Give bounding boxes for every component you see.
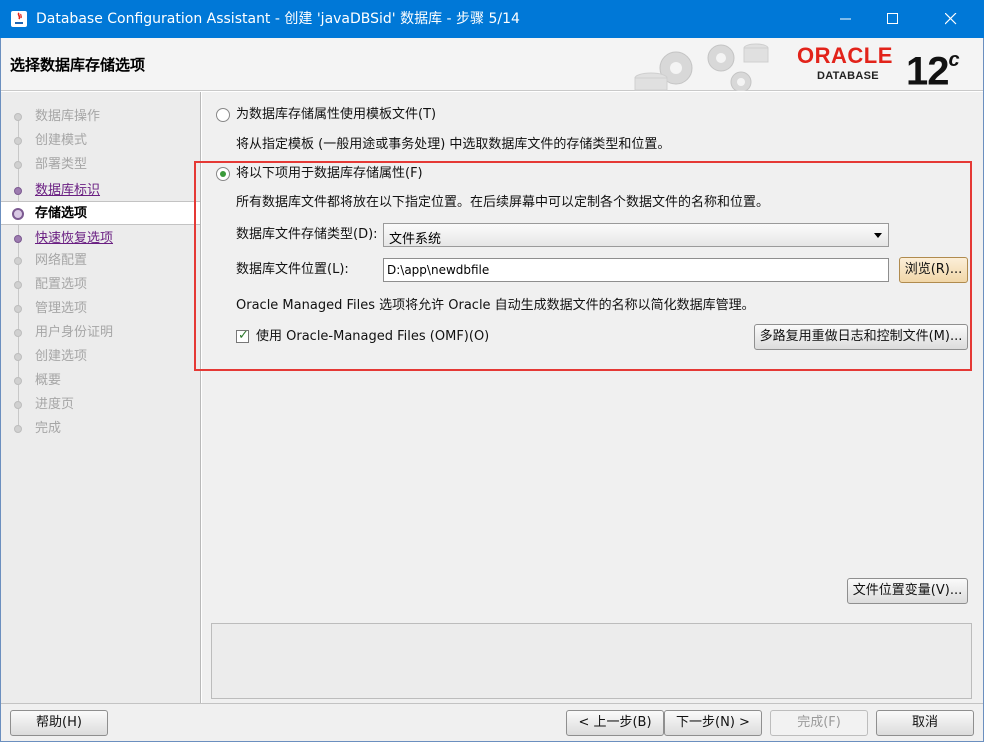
use-custom-storage-label[interactable]: 将以下项用于数据库存储属性(F)	[236, 166, 423, 182]
step-dot-icon	[14, 401, 22, 409]
browse-button[interactable]: 浏览(R)...	[899, 257, 968, 283]
nav-step-progress: 进度页	[1, 393, 200, 417]
nav-step-label: 管理选项	[35, 301, 88, 316]
step-dot-icon	[14, 187, 22, 195]
nav-step-management-options: 管理选项	[1, 297, 200, 321]
custom-storage-description: 所有数据库文件都将放在以下指定位置。在后续屏幕中可以定制各个数据文件的名称和位置…	[236, 195, 770, 210]
nav-step-label: 存储选项	[35, 206, 88, 221]
use-template-label[interactable]: 为数据库存储属性使用模板文件(T)	[236, 107, 436, 123]
minimize-button[interactable]	[823, 0, 869, 38]
omf-description: Oracle Managed Files 选项将允许 Oracle 自动生成数据…	[236, 298, 755, 313]
use-template-radio[interactable]	[216, 108, 230, 122]
nav-step-label: 网络配置	[35, 253, 88, 268]
file-location-variables-button[interactable]: 文件位置变量(V)...	[847, 578, 968, 604]
nav-step-storage-option[interactable]: 存储选项	[1, 201, 200, 225]
nav-step-label: 概要	[35, 373, 62, 388]
finish-button: 完成(F)	[770, 710, 868, 736]
version-suffix: c	[948, 49, 960, 71]
nav-step-label: 部署类型	[35, 157, 88, 172]
oracle-database-subtitle: DATABASE	[817, 70, 879, 82]
storage-type-label: 数据库文件存储类型(D):	[236, 227, 378, 242]
current-step-dot-icon	[12, 208, 24, 220]
close-icon	[945, 13, 957, 25]
nav-step-label: 数据库操作	[35, 109, 101, 124]
gears-database-graphic-icon	[634, 43, 769, 91]
nav-step-summary: 概要	[1, 369, 200, 393]
nav-step-label: 配置选项	[35, 277, 88, 292]
maximize-icon	[887, 13, 898, 24]
nav-step-database-identification[interactable]: 数据库标识	[1, 179, 200, 203]
nav-step-label: 进度页	[35, 397, 75, 412]
window-title: Database Configuration Assistant - 创建 'j…	[36, 11, 520, 27]
oracle-database-logo: ORACLE DATABASE	[797, 44, 899, 86]
step-dot-icon	[14, 257, 22, 265]
nav-step-label: 快速恢复选项	[35, 231, 114, 246]
title-bar[interactable]: Database Configuration Assistant - 创建 'j…	[0, 0, 984, 38]
use-omf-label[interactable]: 使用 Oracle-Managed Files (OMF)(O)	[256, 329, 489, 345]
nav-step-label: 创建选项	[35, 349, 88, 364]
message-area	[211, 623, 972, 699]
oracle-wordmark: ORACLE	[797, 43, 893, 68]
close-button[interactable]	[928, 0, 974, 38]
step-dot-icon	[14, 377, 22, 385]
storage-type-value: 文件系统	[389, 232, 442, 247]
nav-step-fast-recovery[interactable]: 快速恢复选项	[1, 227, 200, 251]
page-title: 选择数据库存储选项	[10, 56, 146, 74]
nav-step-label: 完成	[35, 421, 62, 436]
nav-step-creation-options: 创建选项	[1, 345, 200, 369]
step-dot-icon	[14, 353, 22, 361]
maximize-button[interactable]	[870, 0, 916, 38]
nav-step-config-options: 配置选项	[1, 273, 200, 297]
nav-step-creation-mode: 创建模式	[1, 129, 200, 153]
file-location-label: 数据库文件位置(L):	[236, 262, 349, 277]
help-button[interactable]: 帮助(H)	[10, 710, 108, 736]
nav-step-finish: 完成	[1, 417, 200, 441]
use-template-description: 将从指定模板 (一般用途或事务处理) 中选取数据库文件的存储类型和位置。	[236, 137, 671, 152]
step-dot-icon	[14, 305, 22, 313]
step-dot-icon	[14, 137, 22, 145]
cancel-button[interactable]: 取消	[876, 710, 974, 736]
version-number: 12	[906, 49, 949, 94]
wizard-steps-nav: 数据库操作 创建模式 部署类型 数据库标识 存储选项 快速恢复选项 网络配置 配…	[1, 92, 201, 703]
back-button[interactable]: < 上一步(B)	[566, 710, 664, 736]
step-dot-icon	[14, 281, 22, 289]
nav-step-deployment-type: 部署类型	[1, 153, 200, 177]
step-dot-icon	[14, 235, 22, 243]
use-omf-checkbox[interactable]: ✓	[236, 328, 249, 343]
java-app-icon	[11, 11, 27, 27]
step-dot-icon	[14, 113, 22, 121]
nav-step-label: 用户身份证明	[35, 325, 114, 340]
file-location-input[interactable]: D:\app\newdbfile	[383, 258, 889, 282]
multiplex-redo-logs-button[interactable]: 多路复用重做日志和控制文件(M)...	[754, 324, 968, 350]
page-header: 选择数据库存储选项 ORACLE DATABASE 12c	[1, 38, 983, 94]
checkmark-icon: ✓	[238, 328, 249, 343]
nav-step-label: 创建模式	[35, 133, 88, 148]
version-badge: 12c	[906, 42, 960, 94]
nav-step-user-credentials: 用户身份证明	[1, 321, 200, 345]
nav-step-label: 数据库标识	[35, 183, 101, 198]
nav-step-database-operation: 数据库操作	[1, 105, 200, 129]
step-dot-icon	[14, 161, 22, 169]
step-dot-icon	[14, 425, 22, 433]
file-location-value: D:\app\newdbfile	[387, 263, 490, 277]
storage-type-select[interactable]: 文件系统	[383, 223, 889, 247]
step-dot-icon	[14, 329, 22, 337]
use-custom-storage-radio[interactable]	[216, 167, 230, 181]
minimize-icon	[840, 18, 851, 20]
dropdown-arrow-icon	[874, 233, 882, 238]
nav-step-network-config: 网络配置	[1, 249, 200, 273]
next-button[interactable]: 下一步(N) >	[664, 710, 762, 736]
